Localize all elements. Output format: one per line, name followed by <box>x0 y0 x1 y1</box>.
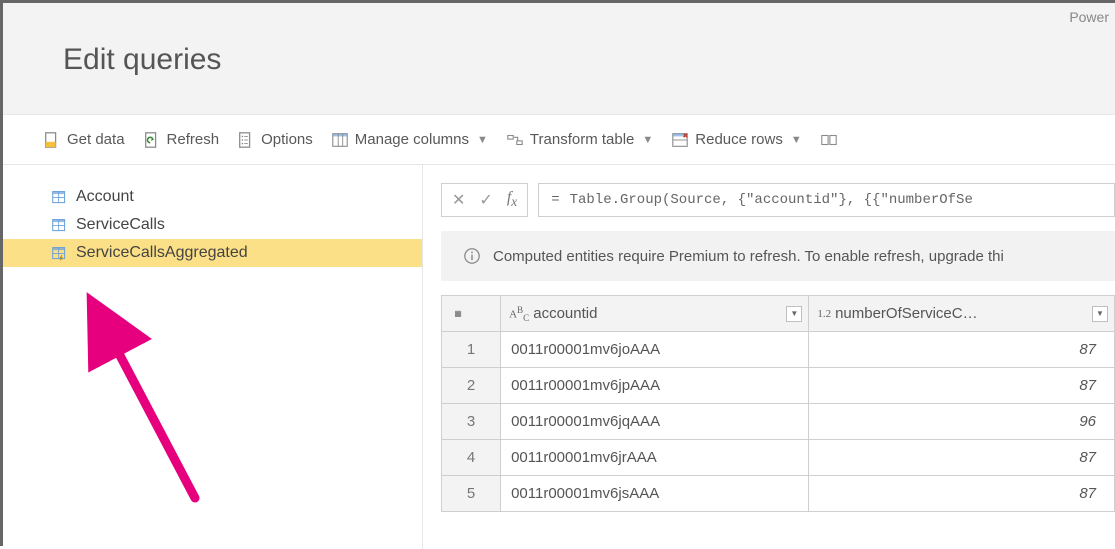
page-plus-icon <box>43 131 61 149</box>
formula-cancel-icon[interactable]: ✕ <box>452 190 465 210</box>
row-number: 3 <box>442 404 501 440</box>
refresh-icon <box>143 131 161 149</box>
table-row[interactable]: 20011r00001mv6jpAAA87 <box>442 368 1115 404</box>
query-item-label: Account <box>76 188 134 206</box>
cell-accountid[interactable]: 0011r00001mv6jpAAA <box>501 368 809 404</box>
main-area: Account ServiceCalls ServiceCallsAggregate… <box>3 165 1115 549</box>
formula-bar: ✕ ✓ fx = Table.Group(Source, {"accountid… <box>441 183 1115 217</box>
get-data-label: Get data <box>67 131 125 148</box>
options-icon <box>237 131 255 149</box>
formula-controls: ✕ ✓ fx <box>441 183 528 217</box>
filter-dropdown-icon[interactable]: ▼ <box>786 306 802 322</box>
query-item-servicecallsaggregated[interactable]: ServiceCallsAggregated <box>3 239 422 267</box>
row-number: 4 <box>442 440 501 476</box>
chevron-down-icon: ▼ <box>642 134 653 146</box>
header: Power Edit queries <box>3 3 1115 115</box>
cell-value[interactable]: 87 <box>809 440 1115 476</box>
brand-label: Power <box>1069 9 1109 25</box>
table-columns-icon <box>331 131 349 149</box>
cell-value[interactable]: 87 <box>809 368 1115 404</box>
formula-eq: = <box>551 192 559 208</box>
table-icon <box>51 217 68 234</box>
info-icon <box>463 247 481 265</box>
reduce-rows-icon <box>671 131 689 149</box>
row-number: 2 <box>442 368 501 404</box>
column-header-numberofservicecalls[interactable]: 1.2 numberOfServiceC… ▼ <box>809 296 1115 332</box>
type-text-icon: ABC <box>509 305 529 323</box>
reduce-rows-label: Reduce rows <box>695 131 783 148</box>
table-icon <box>51 189 68 206</box>
query-item-label: ServiceCallsAggregated <box>76 244 248 262</box>
queries-sidebar: Account ServiceCalls ServiceCallsAggregate… <box>3 165 423 549</box>
chevron-down-icon: ▼ <box>477 134 488 146</box>
transform-icon <box>506 131 524 149</box>
manage-columns-button[interactable]: Manage columns ▼ <box>331 131 488 149</box>
table-row[interactable]: 50011r00001mv6jsAAA87 <box>442 476 1115 512</box>
query-item-account[interactable]: Account <box>3 183 422 211</box>
transform-table-button[interactable]: Transform table ▼ <box>506 131 653 149</box>
cell-accountid[interactable]: 0011r00001mv6joAAA <box>501 332 809 368</box>
data-table: ▦ ABC accountid ▼ 1.2 numberOfServiceC… <box>441 295 1115 512</box>
formula-accept-icon[interactable]: ✓ <box>479 190 492 210</box>
table-row[interactable]: 30011r00001mv6jqAAA96 <box>442 404 1115 440</box>
column-header-accountid[interactable]: ABC accountid ▼ <box>501 296 809 332</box>
get-data-button[interactable]: Get data <box>43 131 125 149</box>
toolbar: Get data Refresh Options Manage columns … <box>3 115 1115 165</box>
row-number: 1 <box>442 332 501 368</box>
content-area: ✕ ✓ fx = Table.Group(Source, {"accountid… <box>423 165 1115 549</box>
refresh-button[interactable]: Refresh <box>143 131 220 149</box>
manage-columns-label: Manage columns <box>355 131 469 148</box>
table-row[interactable]: 10011r00001mv6joAAA87 <box>442 332 1115 368</box>
refresh-label: Refresh <box>167 131 220 148</box>
combine-button[interactable] <box>820 131 838 149</box>
table-menu-icon[interactable]: ▦ <box>450 306 466 322</box>
formula-input[interactable]: = Table.Group(Source, {"accountid"}, {{"… <box>538 183 1115 217</box>
page-title: Edit queries <box>63 3 1115 77</box>
cell-value[interactable]: 87 <box>809 332 1115 368</box>
table-icon <box>51 245 68 262</box>
cell-value[interactable]: 87 <box>809 476 1115 512</box>
combine-icon <box>820 131 838 149</box>
table-corner[interactable]: ▦ <box>442 296 501 332</box>
reduce-rows-button[interactable]: Reduce rows ▼ <box>671 131 801 149</box>
cell-accountid[interactable]: 0011r00001mv6jrAAA <box>501 440 809 476</box>
chevron-down-icon: ▼ <box>791 134 802 146</box>
column-label: accountid <box>533 305 782 322</box>
table-row[interactable]: 40011r00001mv6jrAAA87 <box>442 440 1115 476</box>
filter-dropdown-icon[interactable]: ▼ <box>1092 306 1108 322</box>
options-button[interactable]: Options <box>237 131 313 149</box>
row-number: 5 <box>442 476 501 512</box>
query-item-servicecalls[interactable]: ServiceCalls <box>3 211 422 239</box>
cell-accountid[interactable]: 0011r00001mv6jqAAA <box>501 404 809 440</box>
options-label: Options <box>261 131 313 148</box>
type-number-icon: 1.2 <box>817 308 831 320</box>
notice-text: Computed entities require Premium to ref… <box>493 248 1004 265</box>
cell-accountid[interactable]: 0011r00001mv6jsAAA <box>501 476 809 512</box>
column-label: numberOfServiceC… <box>835 305 1088 322</box>
formula-text: Table.Group(Source, {"accountid"}, {{"nu… <box>570 192 973 208</box>
transform-table-label: Transform table <box>530 131 634 148</box>
premium-notice: Computed entities require Premium to ref… <box>441 231 1115 281</box>
fx-icon[interactable]: fx <box>507 189 517 210</box>
cell-value[interactable]: 96 <box>809 404 1115 440</box>
query-item-label: ServiceCalls <box>76 216 165 234</box>
